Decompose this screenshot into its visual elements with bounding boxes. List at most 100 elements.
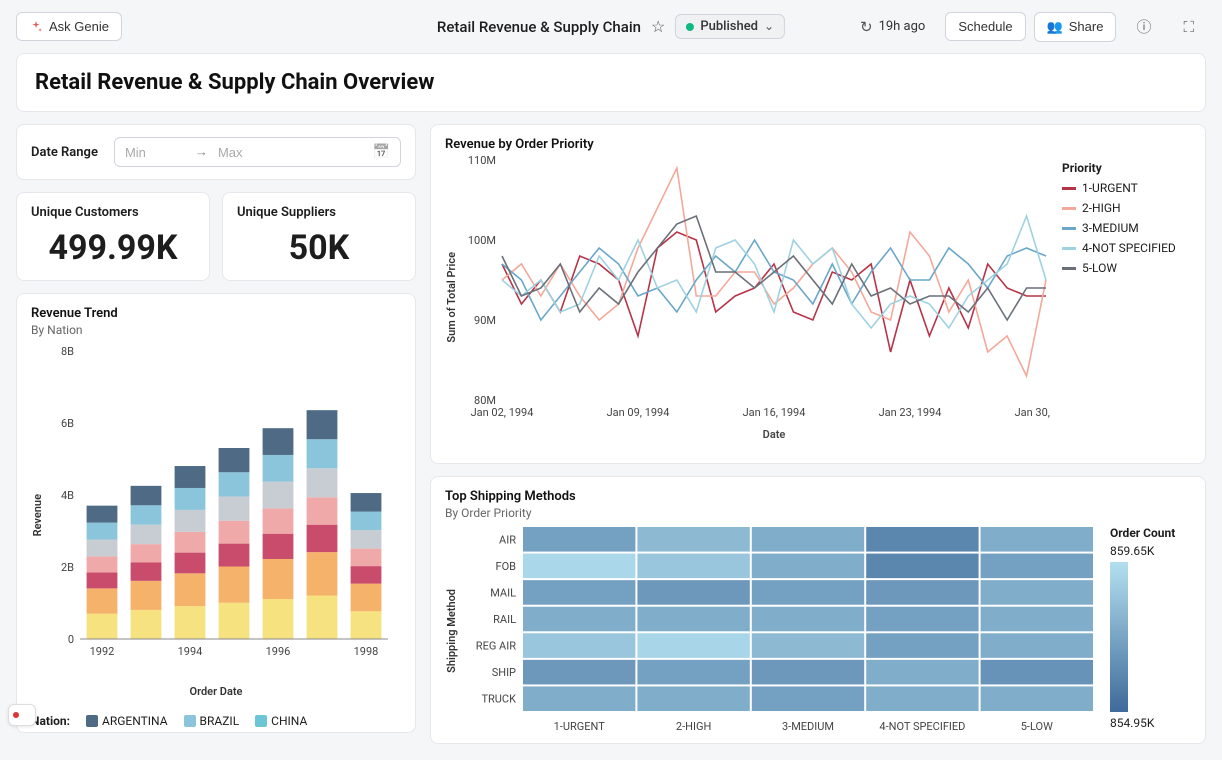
page-breadcrumb-title: Retail Revenue & Supply Chain	[437, 18, 641, 36]
svg-text:1994: 1994	[178, 645, 203, 658]
ask-genie-button[interactable]: Ask Genie	[16, 12, 122, 41]
fullscreen-button[interactable]	[1171, 12, 1206, 42]
heatmap-scale-high: 859.65K	[1110, 544, 1175, 558]
heatmap-legend: Order Count 859.65K 854.95K	[1098, 526, 1175, 736]
topbar-right: 19h ago Schedule Share	[848, 10, 1206, 43]
svg-text:2B: 2B	[61, 561, 74, 574]
date-range-card: Date Range	[16, 124, 416, 180]
page-title: Retail Revenue & Supply Chain Overview	[35, 70, 1187, 95]
star-icon[interactable]	[651, 17, 665, 36]
heatmap-title: Top Shipping Methods	[445, 489, 1191, 504]
kpi-customers-value: 499.99K	[31, 228, 195, 268]
refresh-text: 19h ago	[879, 19, 926, 34]
priority-chart-title: Revenue by Order Priority	[445, 137, 1191, 152]
svg-text:FOB: FOB	[495, 560, 516, 573]
svg-text:1-URGENT: 1-URGENT	[554, 720, 606, 733]
priority-legend-item: 3-MEDIUM	[1062, 218, 1176, 238]
share-icon	[1047, 19, 1063, 35]
svg-text:Jan 23, 1994: Jan 23, 1994	[879, 406, 942, 419]
svg-text:Jan 16, 1994: Jan 16, 1994	[743, 406, 806, 419]
svg-text:MAIL: MAIL	[490, 586, 516, 599]
priority-legend-item: 2-HIGH	[1062, 198, 1176, 218]
heatmap-ylabel: Shipping Method	[445, 589, 458, 673]
ask-genie-label: Ask Genie	[49, 19, 109, 34]
heatmap-card: Top Shipping Methods By Order Priority S…	[430, 476, 1206, 744]
priority-chart-ylabel: Sum of Total Price	[445, 252, 458, 343]
svg-text:4B: 4B	[61, 489, 74, 502]
svg-text:Date: Date	[763, 428, 786, 441]
notification-dot-icon	[13, 712, 19, 718]
svg-text:6B: 6B	[61, 417, 74, 430]
revenue-trend-ylabel: Revenue	[31, 494, 44, 536]
revenue-trend-subtitle: By Nation	[31, 323, 401, 337]
status-label: Published	[700, 19, 758, 34]
chevron-down-icon	[764, 19, 774, 34]
svg-text:RAIL: RAIL	[493, 613, 516, 626]
date-range-label: Date Range	[31, 145, 98, 160]
date-min-input[interactable]	[125, 145, 185, 160]
svg-text:REG AIR: REG AIR	[476, 640, 516, 653]
share-button[interactable]: Share	[1034, 12, 1117, 42]
svg-text:Jan 02, 1994: Jan 02, 1994	[471, 406, 534, 419]
svg-text:5-LOW: 5-LOW	[1021, 720, 1053, 733]
refresh-indicator[interactable]: 19h ago	[848, 12, 937, 42]
nation-legend-item: CHINA	[255, 714, 307, 728]
publish-status-dropdown[interactable]: Published	[675, 14, 785, 39]
nation-legend-label: Nation:	[31, 714, 70, 728]
svg-text:3-MEDIUM: 3-MEDIUM	[782, 720, 834, 733]
svg-text:1992: 1992	[90, 645, 115, 658]
svg-text:2-HIGH: 2-HIGH	[676, 720, 711, 733]
svg-text:TRUCK: TRUCK	[481, 693, 516, 706]
refresh-icon	[860, 18, 873, 36]
priority-chart[interactable]: 80M90M100M110MJan 02, 1994Jan 09, 1994Ja…	[462, 152, 1052, 442]
heatmap-scale-low: 854.95K	[1110, 716, 1175, 730]
heatmap-colorbar	[1110, 562, 1128, 712]
info-button[interactable]	[1124, 10, 1163, 43]
svg-text:1996: 1996	[266, 645, 291, 658]
svg-text:Jan 30, 1994: Jan 30, 1994	[1015, 406, 1052, 419]
share-label: Share	[1069, 19, 1104, 34]
kpi-customers-card: Unique Customers 499.99K	[16, 192, 210, 281]
priority-legend: Priority 1-URGENT2-HIGH3-MEDIUM4-NOT SPE…	[1052, 152, 1176, 442]
priority-legend-title: Priority	[1062, 161, 1102, 175]
page-title-card: Retail Revenue & Supply Chain Overview	[16, 53, 1206, 112]
date-max-input[interactable]	[218, 145, 278, 160]
svg-text:8B: 8B	[61, 345, 74, 358]
date-range-input[interactable]	[114, 137, 401, 167]
schedule-button[interactable]: Schedule	[945, 12, 1025, 41]
svg-text:SHIP: SHIP	[492, 666, 516, 679]
arrow-right-icon	[195, 144, 208, 160]
kpi-suppliers-value: 50K	[237, 228, 401, 268]
breadcrumb: Retail Revenue & Supply Chain Published	[437, 14, 785, 39]
topbar: Ask Genie Retail Revenue & Supply Chain …	[0, 0, 1222, 53]
sparkle-icon	[29, 20, 43, 34]
svg-text:4-NOT SPECIFIED: 4-NOT SPECIFIED	[879, 720, 965, 733]
kpi-suppliers-card: Unique Suppliers 50K	[222, 192, 416, 281]
nation-legend-item: BRAZIL	[184, 714, 240, 728]
kpi-customers-label: Unique Customers	[31, 205, 195, 220]
svg-text:AIR: AIR	[499, 533, 516, 546]
kpi-suppliers-label: Unique Suppliers	[237, 205, 401, 220]
status-dot-icon	[686, 23, 694, 31]
priority-chart-card: Revenue by Order Priority Sum of Total P…	[430, 124, 1206, 464]
calendar-icon[interactable]	[373, 144, 390, 160]
svg-text:110M: 110M	[468, 154, 496, 167]
priority-legend-item: 4-NOT SPECIFIED	[1062, 238, 1176, 258]
heatmap-subtitle: By Order Priority	[445, 506, 1191, 520]
heatmap-legend-title: Order Count	[1110, 526, 1175, 540]
expand-icon	[1183, 18, 1194, 36]
nation-legend: Nation: ARGENTINABRAZILCHINA	[31, 714, 307, 728]
priority-legend-item: 1-URGENT	[1062, 178, 1176, 198]
svg-text:90M: 90M	[474, 314, 496, 327]
revenue-trend-xlabel: Order Date	[31, 685, 401, 698]
floating-notification-button[interactable]	[8, 704, 36, 726]
revenue-trend-chart[interactable]: 02B4B6B8B1992199419961998	[44, 345, 394, 685]
svg-text:1998: 1998	[354, 645, 379, 658]
info-icon	[1136, 16, 1151, 37]
svg-text:Jan 09, 1994: Jan 09, 1994	[607, 406, 670, 419]
priority-legend-item: 5-LOW	[1062, 258, 1176, 278]
heatmap-chart[interactable]: AIR FOB MAIL RAIL REG AIR SHIP TRUCK 1-URGENT 2-…	[458, 526, 1098, 736]
revenue-trend-title: Revenue Trend	[31, 306, 401, 321]
svg-text:100M: 100M	[468, 234, 496, 247]
schedule-label: Schedule	[958, 19, 1012, 34]
